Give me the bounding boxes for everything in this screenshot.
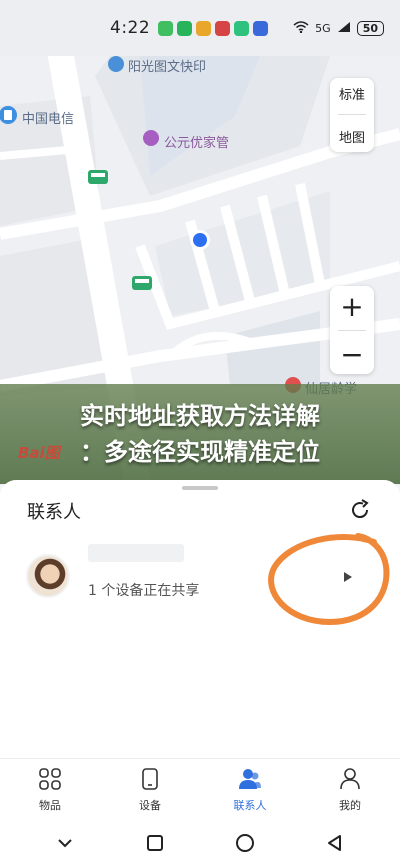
status-bar: 4:22 5G 50 <box>0 0 400 56</box>
zoom-controls: + − <box>330 286 374 374</box>
signal-icon <box>337 21 351 36</box>
poi-store[interactable]: 公元优家管 <box>164 132 229 151</box>
caption-line-2: ：多途径实现精准定位 <box>80 438 320 466</box>
map-layer-option[interactable]: 地图 <box>339 127 365 146</box>
bottom-tab-bar: 物品 设备 联系人 我的 <box>0 758 400 820</box>
app-notification-icon <box>158 20 174 36</box>
standard-map-option[interactable]: 标准 <box>339 84 365 103</box>
tab-profile[interactable]: 我的 <box>300 759 400 820</box>
profile-icon <box>340 767 360 789</box>
contacts-icon <box>239 768 261 789</box>
contact-sharing-status: 1 个设备正在共享 <box>88 583 200 599</box>
refresh-icon[interactable] <box>348 498 372 522</box>
tab-items[interactable]: 物品 <box>0 759 100 820</box>
zoom-in-button[interactable]: + <box>340 290 363 323</box>
sheet-title: 联系人 <box>27 502 81 523</box>
notification-icons <box>158 20 269 36</box>
battery-indicator: 50 <box>356 20 384 36</box>
baidu-logo: Bai图 <box>18 444 60 462</box>
avatar <box>26 554 70 598</box>
chevron-down-icon[interactable] <box>54 832 76 854</box>
sheet-drag-handle[interactable] <box>182 486 218 490</box>
app-notification-icon <box>234 20 250 36</box>
device-icon <box>142 767 158 790</box>
divider <box>338 114 366 116</box>
app-notification-icon <box>177 20 193 36</box>
app-notification-icon <box>215 20 231 36</box>
poi-print-shop[interactable]: 阳光图文快印 <box>128 56 206 75</box>
home-icon[interactable] <box>234 832 256 854</box>
app-notification-icon <box>196 20 212 36</box>
system-navigation-bar <box>0 820 400 866</box>
overlay-caption: 实时地址获取方法详解 ：多途径实现精准定位 <box>0 384 400 484</box>
contact-name <box>88 544 184 562</box>
status-time: 4:22 <box>110 18 151 38</box>
divider <box>338 329 366 331</box>
grid-icon <box>39 767 61 790</box>
annotation-circle <box>268 533 390 626</box>
tab-label: 设备 <box>139 798 161 812</box>
recent-apps-icon[interactable] <box>144 832 166 854</box>
app-notification-icon <box>253 20 269 36</box>
tab-devices[interactable]: 设备 <box>100 759 200 820</box>
wifi-icon <box>293 20 309 36</box>
zoom-out-button[interactable]: − <box>340 338 363 371</box>
tab-contacts[interactable]: 联系人 <box>200 759 300 820</box>
caption-line-1: 实时地址获取方法详解 <box>80 402 320 430</box>
status-right: 5G 50 <box>293 20 384 36</box>
back-icon[interactable] <box>324 832 346 854</box>
map-type-switch[interactable]: 标准 地图 <box>330 78 374 152</box>
poi-telecom[interactable]: 中国电信 <box>22 108 74 127</box>
tab-label: 物品 <box>39 798 61 812</box>
tab-label: 联系人 <box>233 798 267 812</box>
tab-label: 我的 <box>339 798 361 812</box>
network-type: 5G <box>315 21 331 35</box>
